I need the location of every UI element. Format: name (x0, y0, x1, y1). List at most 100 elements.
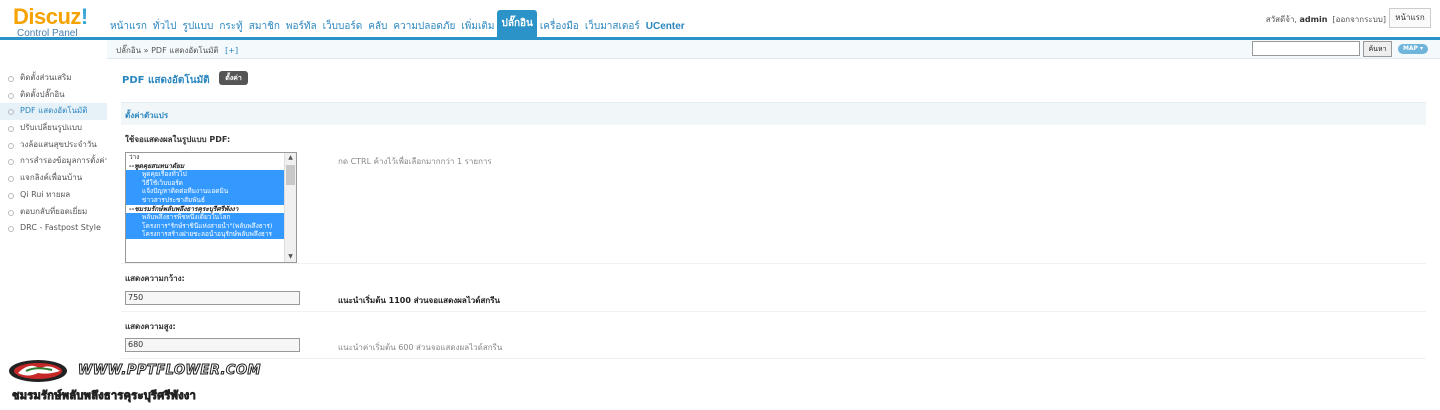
username: admin (1299, 15, 1328, 24)
sidebar-item[interactable]: PDF แสดงอัตโนมัติ (0, 103, 107, 121)
divider (121, 263, 1426, 264)
sidebar-item[interactable]: Qi Rui ทายผล (0, 187, 107, 204)
divider (121, 358, 1426, 359)
bullet-icon (8, 76, 14, 82)
bullet-icon (8, 109, 14, 116)
sidebar-item[interactable]: วงล้อแสนสุขประจำวัน (0, 137, 107, 154)
logout-link[interactable]: [ออกจากระบบ] (1333, 15, 1386, 24)
sidebar-item[interactable]: แจกลิงค์เพื่อนบ้าน (0, 170, 107, 187)
forum-options: ว่าง --พูดคุยสนทนาดัยม พูดคุยเรื่องทั่วไปว… (126, 153, 296, 239)
forum-option[interactable]: ว่าง (126, 153, 284, 162)
sidebar-item-label: ติดตั้งปลั๊กอิน (20, 89, 65, 99)
nav-item-2[interactable]: รูปแบบ (180, 15, 217, 37)
breadcrumb-root[interactable]: ปลั๊กอิน (116, 46, 141, 55)
forum-select-hint: กด CTRL ค้างไว้เพื่อเลือกมากกว่า 1 รายกา… (338, 157, 492, 166)
watermark-url: WWW.PPTFLOWER.COM (78, 363, 261, 379)
sub-bar: ปลั๊กอิน » PDF แสดงอัตโนมัติ [+] ค้นหา M… (107, 40, 1440, 59)
settings-tab[interactable]: ตั้งค่า (219, 71, 248, 85)
listbox-scrollbar[interactable]: ▲ ▼ (284, 153, 296, 262)
bullet-icon (8, 226, 14, 233)
width-input[interactable]: 750 (125, 291, 300, 305)
divider (121, 311, 1426, 312)
search-input[interactable] (1252, 41, 1360, 56)
height-label: แสดงความสูง: (125, 322, 176, 331)
sidebar-item[interactable]: ติดตั้งปลั๊กอิน (0, 87, 107, 104)
forum-option[interactable]: พลับพลึงธารพืชหนึ่งเดียวในโลก (126, 213, 284, 222)
bullet-icon (8, 126, 14, 133)
height-hint: แนะนำค่าเริ่มต้น 600 ส่วนจอแสดงผลไวด์สกร… (338, 343, 503, 352)
logo-subtitle: Control Panel (17, 28, 78, 39)
sidebar-item[interactable]: ปรับเปลี่ยนรูปแบบ (0, 120, 107, 137)
search-button[interactable]: ค้นหา (1363, 41, 1392, 57)
scroll-thumb[interactable] (286, 165, 295, 185)
forum-option[interactable]: โครงการสร้างฝายชะลอน้ำอนุรักษ์พลับพลึงธา… (126, 230, 284, 239)
nav-item-13[interactable]: UCenter (643, 15, 688, 37)
bullet-icon (8, 192, 14, 199)
greeting-text: สวัสดีจ้า, (1265, 15, 1297, 24)
sidebar-item-label: ตอบกลับที่ยอดเยี่ยม (20, 206, 88, 216)
section-header: ตั้งค่าตัวแปร (121, 102, 1426, 125)
site-watermark: WWW.PPTFLOWER.COM ชมรมรักษ์พลับพลึงธารคุ… (8, 356, 261, 406)
bullet-icon (8, 142, 14, 149)
breadcrumb: ปลั๊กอิน » PDF แสดงอัตโนมัติ [+] (116, 44, 238, 57)
forum-option[interactable]: แจ้งปัญหาติดต่อทีมงานแอดมิน (126, 187, 284, 196)
sidebar-item-label: ติดตั้งส่วนเสริม (20, 73, 72, 82)
sidebar-item-label: PDF แสดงอัตโนมัติ (20, 106, 88, 116)
forum-option[interactable]: พูดคุยเรื่องทั่วไป (126, 170, 284, 179)
scroll-up-icon[interactable]: ▲ (285, 153, 296, 163)
add-shortcut-link[interactable]: [+] (225, 46, 238, 55)
height-input[interactable]: 680 (125, 338, 300, 352)
sidebar-item-label: การสำรองข้อมูลการตั้งค่า (20, 156, 107, 166)
nav-item-0[interactable]: หน้าแรก (107, 15, 150, 37)
option-group: --ชมรมรักษ์พลับพลึงธารคุระบุรีศรีพังงา (129, 204, 239, 213)
sidebar-item-label: แจกลิงค์เพื่อนบ้าน (20, 173, 83, 183)
main-nav: หน้าแรก ทั่วไป รูปแบบ กระทู้ สมาชิก พอร์ทัล เว… (107, 10, 688, 37)
width-label: แสดงความกว้าง: (125, 274, 185, 283)
watermark-logo-icon (9, 360, 67, 382)
breadcrumb-current: PDF แสดงอัตโนมัติ (151, 46, 219, 55)
sidebar-item-label: DRC - Fastpost Style (20, 223, 101, 233)
nav-item-12[interactable]: เว็บมาสเตอร์ (582, 15, 643, 37)
nav-item-11[interactable]: เครื่องมือ (537, 15, 582, 37)
top-header: Discuz! Control Panel หน้าแรก ทั่วไป รูปแบ… (0, 0, 1440, 40)
nav-item-5[interactable]: พอร์ทัล (283, 15, 320, 37)
main-content: PDF แสดงอัตโนมัติ ตั้งค่า ตั้งค่าตัวแปร … (107, 58, 1440, 410)
bullet-icon (8, 92, 14, 99)
nav-item-4[interactable]: สมาชิก (246, 15, 283, 37)
nav-item-8[interactable]: ความปลอดภัย (390, 15, 458, 37)
section-title: ตั้งค่าตัวแปร (125, 111, 169, 120)
forum-option[interactable]: ข่าวสารประชาสัมพันธ์ (126, 195, 284, 205)
bullet-icon (8, 209, 14, 216)
sidebar-item[interactable]: ตอบกลับที่ยอดเยี่ยม (0, 204, 107, 221)
nav-item-10[interactable]: ปลั๊กอิน (497, 10, 537, 37)
page-title: PDF แสดงอัตโนมัติ (122, 75, 210, 86)
nav-item-9[interactable]: เพิ่มเติม (458, 15, 497, 37)
nav-item-1[interactable]: ทั่วไป (150, 15, 180, 37)
map-button[interactable]: MAP ▾ (1398, 44, 1428, 54)
sidebar: ติดตั้งส่วนเสริมติดตั้งปลั๊กอิน PDF แสดงอ… (0, 70, 107, 237)
sidebar-item-label: วงล้อแสนสุขประจำวัน (20, 139, 97, 149)
nav-item-3[interactable]: กระทู้ (216, 15, 245, 37)
logo-exclaim: ! (80, 4, 88, 29)
bullet-icon (8, 159, 14, 166)
forum-option[interactable]: วิธีใช้เว็บบอร์ด (126, 178, 284, 188)
sidebar-item-label: ปรับเปลี่ยนรูปแบบ (20, 123, 83, 133)
forum-multiselect[interactable]: ว่าง --พูดคุยสนทนาดัยม พูดคุยเรื่องทั่วไปว… (125, 152, 297, 263)
nav-item-7[interactable]: คลับ (365, 15, 390, 37)
forum-option[interactable]: โครงการ"รักษ์ราชินีแห่งสายน้ำ"(พลับพลึงธ… (126, 221, 284, 231)
width-hint: แนะนำเริ่มต้น 1100 ส่วนจอแสดงผลไวด์สกรีน (338, 296, 500, 305)
bullet-icon (8, 176, 14, 183)
scroll-down-icon[interactable]: ▼ (285, 252, 296, 262)
forum-select-label: ใช้จอแสดงผลในรูปแบบ PDF: (125, 135, 231, 144)
sidebar-item[interactable]: ติดตั้งส่วนเสริม (0, 70, 107, 87)
sidebar-item[interactable]: DRC - Fastpost Style (0, 220, 107, 237)
sidebar-item-label: Qi Rui ทายผล (20, 189, 71, 199)
discuz-logo[interactable]: Discuz! Control Panel (13, 6, 103, 40)
watermark-name: ชมรมรักษ์พลับพลึงธารคุระบุรีศรีพังงา (12, 389, 197, 403)
breadcrumb-separator: » (143, 46, 149, 55)
user-area: สวัสดีจ้า, admin [ออกจากระบบ] (1266, 13, 1386, 26)
sidebar-item[interactable]: การสำรองข้อมูลการตั้งค่า (0, 153, 107, 170)
logo-text: Discuz (13, 4, 81, 29)
nav-item-6[interactable]: เว็บบอร์ด (320, 15, 366, 37)
home-button[interactable]: หน้าแรก (1389, 8, 1431, 28)
